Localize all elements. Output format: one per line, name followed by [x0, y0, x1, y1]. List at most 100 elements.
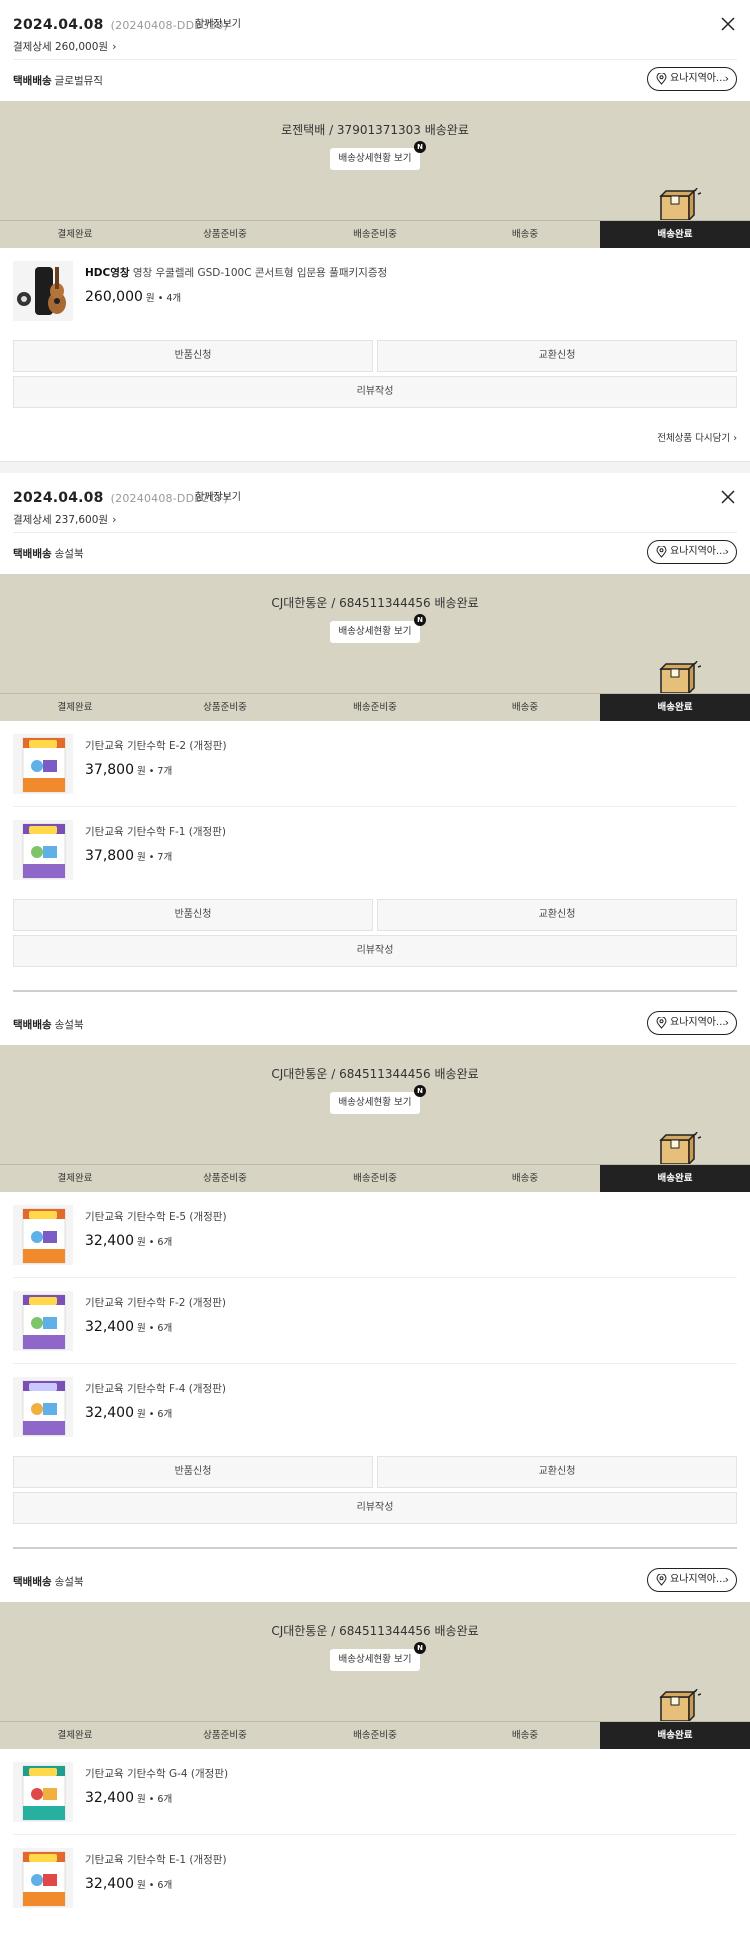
product-name: 기탄교육 기탄수학 F-4 (개정판)	[85, 1383, 226, 1395]
shipping-type-label: 택배배송	[13, 75, 52, 87]
action-buttons: 반품신청 교환신청 리뷰작성	[13, 893, 737, 967]
separator-dot: •	[148, 1794, 155, 1805]
reorder-all-link[interactable]: 전체상품 다시담기 ›	[13, 412, 737, 461]
product-item[interactable]: 기탄교육 기탄수학 F-4 (개정판) 32,400 원 • 6개	[13, 1364, 737, 1450]
product-quantity: 6개	[157, 1237, 173, 1248]
location-label: 요나지역아...	[670, 546, 726, 557]
product-title: 영창 우쿨렐레 GSD-100C 콘서트형 입문용 풀패키지증정	[129, 267, 388, 279]
product-list: 기탄교육 기탄수학 E-5 (개정판) 32,400 원 • 6개 기탄교육 기탄…	[13, 1192, 737, 1450]
product-price: 32,400 원 • 6개	[85, 1233, 172, 1249]
write-review-button[interactable]: 리뷰작성	[13, 1492, 737, 1524]
action-buttons: 반품신청 교환신청 리뷰작성	[13, 334, 737, 408]
product-name: 기탄교육 기탄수학 E-1 (개정판)	[85, 1854, 227, 1866]
workbook-cover-image	[13, 1762, 73, 1822]
shipment-divider	[13, 1547, 737, 1549]
tracking-detail-label: 배송상세현황 보기	[338, 626, 412, 637]
order-date-text: 2024.04.08	[13, 17, 104, 33]
product-name: HDC영창 영창 우쿨렐레 GSD-100C 콘서트형 입문용 풀패키지증정	[85, 265, 387, 280]
step-preparing-product: 상품준비중	[203, 229, 247, 240]
shipping-row: 택배배송 송설북 요나지역아... ›	[13, 1561, 737, 1602]
product-quantity: 7개	[157, 766, 173, 777]
write-review-button[interactable]: 리뷰작성	[13, 935, 737, 967]
write-review-button[interactable]: 리뷰작성	[13, 376, 737, 408]
product-thumbnail	[13, 820, 73, 880]
product-price: 32,400 원 • 6개	[85, 1790, 172, 1806]
product-quantity: 4개	[166, 293, 182, 304]
chevron-right-icon: ›	[724, 1016, 729, 1029]
product-item[interactable]: 기탄교육 기탄수학 F-2 (개정판) 32,400 원 • 6개	[13, 1278, 737, 1364]
order-header: 2024.04.08 (20240408-DDB330) 함께장보기 결제상세 …	[13, 0, 737, 60]
tracking-detail-button[interactable]: 배송상세현황 보기 N	[330, 1642, 426, 1671]
product-item[interactable]: 기탄교육 기탄수학 G-4 (개정판) 32,400 원 • 6개	[13, 1749, 737, 1835]
tracking-detail-button[interactable]: 배송상세현황 보기 N	[330, 614, 426, 643]
workbook-cover-image	[13, 1291, 73, 1351]
tracking-panel: 로젠택배 / 37901371303 배송완료 배송상세현황 보기 N 결제완료 …	[0, 101, 750, 248]
location-button[interactable]: 요나지역아... ›	[647, 1568, 737, 1592]
shipping-type-label: 택배배송	[13, 1019, 52, 1031]
action-buttons: 반품신청 교환신청 리뷰작성	[13, 1450, 737, 1524]
return-request-button[interactable]: 반품신청	[13, 899, 373, 931]
new-badge: N	[414, 1642, 426, 1654]
shipping-type: 택배배송 글로벌뮤직	[13, 73, 103, 88]
tracking-panel: CJ대한통운 / 684511344456 배송완료 배송상세현황 보기 N 결제…	[0, 1045, 750, 1192]
location-pin-icon	[656, 1574, 667, 1586]
step-in-transit: 배송중	[511, 1730, 539, 1741]
step-paid: 결제완료	[57, 1730, 93, 1741]
tracking-status: CJ대한통운 / 684511344456 배송완료	[271, 1624, 479, 1638]
shipping-type: 택배배송 송설북	[13, 1574, 84, 1589]
location-button[interactable]: 요나지역아... ›	[647, 540, 737, 564]
price-unit: 원	[145, 293, 155, 304]
product-item[interactable]: 기탄교육 기탄수학 E-5 (개정판) 32,400 원 • 6개	[13, 1192, 737, 1278]
separator-dot: •	[148, 1323, 155, 1334]
return-request-button[interactable]: 반품신청	[13, 1456, 373, 1488]
tracking-detail-button[interactable]: 배송상세현황 보기 N	[330, 1085, 426, 1114]
price-value: 32,400	[85, 1405, 134, 1421]
step-paid: 결제완료	[57, 1173, 93, 1184]
close-icon[interactable]	[721, 17, 735, 31]
product-list: 기탄교육 기탄수학 E-2 (개정판) 37,800 원 • 7개 기탄교육 기탄…	[13, 721, 737, 893]
shipping-row: 택배배송 송설북 요나지역아... ›	[13, 533, 737, 574]
step-paid: 결제완료	[57, 229, 93, 240]
product-price: 32,400 원 • 6개	[85, 1319, 172, 1335]
exchange-request-button[interactable]: 교환신청	[377, 1456, 737, 1488]
step-preparing-product: 상품준비중	[203, 1173, 247, 1184]
tracking-status: CJ대한통운 / 684511344456 배송완료	[271, 596, 479, 610]
price-unit: 원	[137, 1794, 146, 1805]
location-button[interactable]: 요나지역아... ›	[647, 67, 737, 91]
product-item[interactable]: 기탄교육 기탄수학 E-1 (개정판) 32,400 원 • 6개	[13, 1835, 737, 1921]
delivery-box-icon	[659, 188, 701, 220]
product-name: 기탄교육 기탄수학 E-2 (개정판)	[85, 740, 227, 752]
step-delivered: 배송완료	[600, 1722, 750, 1749]
step-paid: 결제완료	[57, 702, 93, 713]
step-delivered: 배송완료	[600, 694, 750, 721]
payment-detail-link[interactable]: 결제상세 237,600원 ›	[13, 512, 116, 527]
location-button[interactable]: 요나지역아... ›	[647, 1011, 737, 1035]
product-item[interactable]: 기탄교육 기탄수학 F-1 (개정판) 37,800 원 • 7개	[13, 807, 737, 893]
delivery-steps: 결제완료 상품준비중 배송준비중 배송중 배송완료	[0, 1164, 750, 1192]
delivery-steps: 결제완료 상품준비중 배송준비중 배송중 배송완료	[0, 1721, 750, 1749]
return-request-button[interactable]: 반품신청	[13, 340, 373, 372]
seller-name: 송설북	[54, 1576, 84, 1588]
chevron-right-icon: ›	[112, 513, 117, 526]
tracking-detail-label: 배송상세현황 보기	[338, 1654, 412, 1665]
product-name: 기탄교육 기탄수학 F-2 (개정판)	[85, 1297, 226, 1309]
exchange-request-button[interactable]: 교환신청	[377, 340, 737, 372]
chevron-right-icon: ›	[733, 433, 737, 444]
product-item[interactable]: HDC영창 영창 우쿨렐레 GSD-100C 콘서트형 입문용 풀패키지증정 2…	[13, 248, 737, 334]
price-value: 32,400	[85, 1876, 134, 1892]
price-unit: 원	[137, 1323, 146, 1334]
seller-name: 글로벌뮤직	[54, 75, 103, 87]
exchange-request-button[interactable]: 교환신청	[377, 899, 737, 931]
share-shopping-link[interactable]: 함께장보기	[195, 15, 241, 30]
price-unit: 원	[137, 766, 146, 777]
close-icon[interactable]	[721, 490, 735, 504]
tracking-detail-button[interactable]: 배송상세현황 보기 N	[330, 141, 426, 170]
payment-detail-link[interactable]: 결제상세 260,000원 ›	[13, 39, 116, 54]
step-delivered: 배송완료	[600, 1165, 750, 1192]
share-shopping-link[interactable]: 함께장보기	[195, 488, 241, 503]
shipment-divider	[13, 990, 737, 992]
workbook-cover-image	[13, 820, 73, 880]
location-pin-icon	[656, 1017, 667, 1029]
product-quantity: 6개	[157, 1323, 173, 1334]
product-item[interactable]: 기탄교육 기탄수학 E-2 (개정판) 37,800 원 • 7개	[13, 721, 737, 807]
